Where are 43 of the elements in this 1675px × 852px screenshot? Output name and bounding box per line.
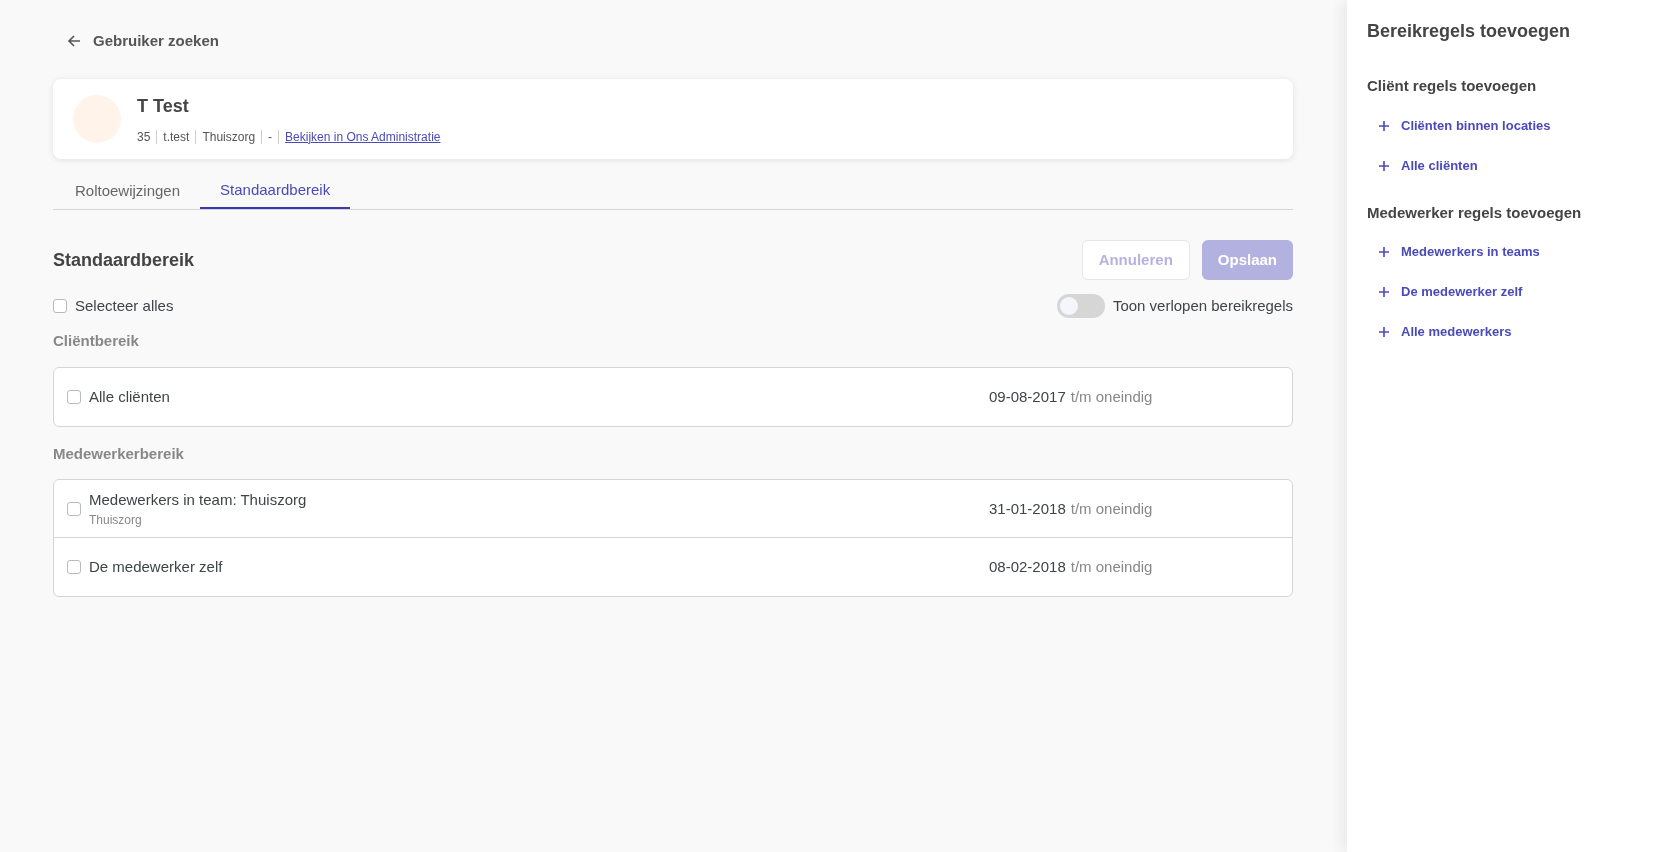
add-rule-link[interactable]: Alle cliënten [1367,145,1478,186]
checkbox-label: Selecteer alles [75,296,174,316]
group-title: Cliëntbereik [53,331,140,352]
admin-link[interactable]: Bekijken in Ons Administratie [285,127,441,146]
plus-icon [1379,287,1389,297]
back-arrow-icon [67,34,81,49]
end-date: t/m oneindig [1070,557,1153,577]
tab[interactable]: Standaardbereik [200,173,351,210]
panel-section-title: Medewerker regels toevoegen [1367,202,1583,223]
row-label: Medewerkers in team: Thuiszorg [89,489,308,510]
user-detail: Thuiszorg [202,128,256,146]
user-detail: t.test [163,128,190,146]
plus-icon [1379,247,1389,257]
user-name: T Test [137,94,190,118]
panel-section-title: Cliënt regels toevoegen [1367,76,1538,96]
start-date: 08-02-2018 [989,557,1066,577]
add-rule-link[interactable]: Alle medewerkers [1367,312,1512,352]
plus-icon [1379,120,1389,131]
checkbox[interactable] [53,299,67,314]
start-date: 09-08-2017 [989,386,1066,407]
plus-icon [1379,160,1389,171]
add-rule-link[interactable]: Medewerkers in teams [1367,232,1540,272]
section-title: Standaardbereik [53,248,195,272]
panel-title: Bereikregels toevoegen [1367,20,1572,43]
user-detail: - [268,128,273,146]
group-title: Medewerkerbereik [53,443,185,464]
user-detail: 35 [137,128,151,146]
row-label: De medewerker zelf [89,557,224,577]
add-rule-link[interactable]: Cliënten binnen locaties [1367,105,1551,146]
checkbox[interactable] [67,560,81,575]
add-rule-link[interactable]: De medewerker zelf [1367,272,1523,312]
start-date: 31-01-2018 [989,498,1066,519]
end-date: t/m oneindig [1070,498,1153,519]
back-link[interactable]: Gebruiker zoeken [67,30,219,53]
toggle-label: Toon verlopen bereikregels [1112,296,1293,316]
checkbox[interactable] [67,389,81,404]
row-sublabel: Thuiszorg [89,512,143,529]
row-label: Alle cliënten [89,386,171,407]
end-date: t/m oneindig [1070,386,1153,407]
tab[interactable]: Roltoewijzingen [55,173,201,210]
plus-icon [1379,327,1389,337]
checkbox[interactable] [67,501,81,516]
toggle-switch[interactable] [1056,294,1105,319]
